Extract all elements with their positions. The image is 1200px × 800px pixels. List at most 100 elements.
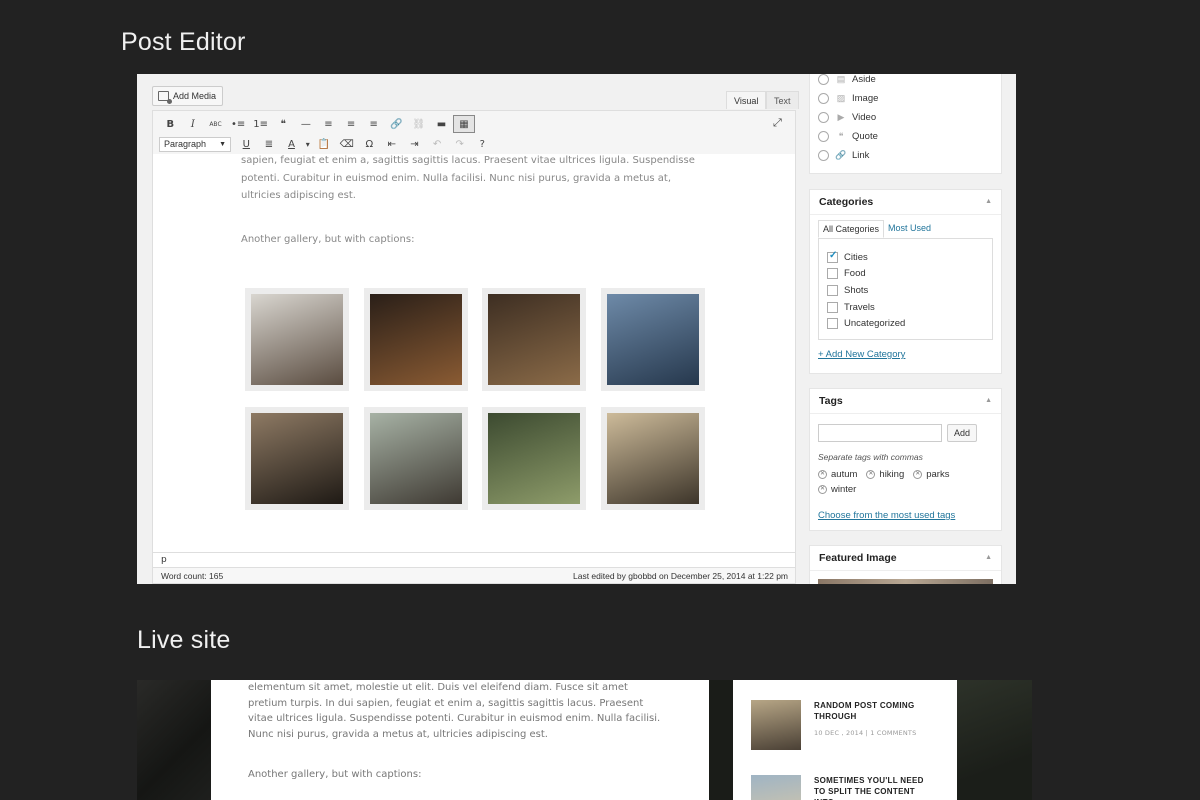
horizontal-rule-icon[interactable]: — — [295, 115, 318, 133]
collapse-arrow-icon[interactable]: ▲ — [985, 198, 992, 205]
remove-link-icon[interactable]: ⛓ — [408, 115, 431, 133]
format-option-image[interactable]: ▨ Image — [818, 93, 878, 104]
undo-icon[interactable]: ↶ — [426, 135, 449, 153]
category-label: Travels — [844, 301, 875, 313]
category-checkbox[interactable] — [827, 301, 838, 313]
text-color-dropdown-icon[interactable]: ▾ — [303, 135, 313, 153]
align-left-icon[interactable]: ≡ — [317, 115, 340, 133]
collapse-arrow-icon[interactable]: ▲ — [985, 554, 992, 561]
text-color-icon[interactable]: A — [280, 135, 303, 153]
category-list: Cities Food Shots Travels Uncategorized — [818, 238, 993, 340]
live-post-content: elementum sit amet, molestie ut elit. Du… — [211, 680, 709, 800]
justify-icon[interactable]: ≣ — [258, 135, 281, 153]
radio-button[interactable] — [818, 112, 829, 123]
radio-button[interactable] — [818, 74, 829, 85]
tab-most-used[interactable]: Most Used — [884, 220, 935, 238]
recent-post-item[interactable]: Random post coming through 10 DEC , 2014… — [751, 700, 934, 750]
gallery-thumb[interactable] — [363, 288, 468, 391]
recent-post-thumbnail[interactable] — [751, 775, 801, 800]
recent-post-title[interactable]: Sometimes you'll need to split the conte… — [814, 775, 934, 800]
category-item[interactable]: Shots — [827, 282, 992, 299]
format-select[interactable]: Paragraph ▼ — [159, 136, 231, 152]
recent-post-title[interactable]: Random post coming through — [814, 700, 934, 722]
tag-input[interactable] — [818, 424, 942, 442]
categories-box: Categories ▲ All Categories Most Used Ci… — [809, 189, 1002, 374]
bullet-list-icon[interactable]: •≡ — [227, 115, 250, 133]
radio-button[interactable] — [818, 93, 829, 104]
underline-icon[interactable]: U — [235, 135, 258, 153]
italic-icon[interactable]: I — [182, 115, 205, 133]
format-option-quote[interactable]: ❝ Quote — [818, 131, 878, 142]
format-option-video[interactable]: ▶ Video — [818, 112, 876, 123]
category-item[interactable]: Cities — [827, 249, 992, 266]
category-item[interactable]: Food — [827, 266, 992, 283]
remove-tag-icon[interactable]: ✕ — [818, 470, 827, 479]
strikethrough-icon[interactable]: ABC — [204, 115, 227, 133]
radio-button[interactable] — [818, 131, 829, 142]
add-new-category-link[interactable]: + Add New Category — [818, 349, 905, 360]
category-checkbox[interactable] — [827, 250, 838, 263]
remove-tag-icon[interactable]: ✕ — [818, 485, 827, 494]
collapse-arrow-icon[interactable]: ▲ — [985, 397, 992, 404]
paste-text-icon[interactable]: 📋 — [313, 135, 336, 153]
category-item[interactable]: Travels — [827, 299, 992, 316]
gallery-thumb[interactable] — [482, 288, 586, 391]
radio-button[interactable] — [818, 150, 829, 161]
align-right-icon[interactable]: ≡ — [362, 115, 385, 133]
bold-icon[interactable]: B — [159, 115, 182, 133]
format-option-link[interactable]: 🔗 Link — [818, 150, 869, 161]
category-checkbox[interactable] — [827, 268, 838, 280]
clear-formatting-icon[interactable]: ⌫ — [335, 135, 358, 153]
numbered-list-icon[interactable]: 1≡ — [249, 115, 272, 133]
indent-icon[interactable]: ⇥ — [403, 135, 426, 153]
editor-status-bar: Word count: 165 Last edited by gbobbd on… — [152, 568, 796, 584]
tag-chip: ✕ winter — [818, 484, 856, 495]
editor-gallery[interactable] — [245, 288, 705, 510]
tab-visual[interactable]: Visual — [726, 91, 767, 109]
tab-text[interactable]: Text — [766, 91, 799, 109]
read-more-icon[interactable]: ▬ — [430, 115, 453, 133]
blockquote-icon[interactable]: ❝ — [272, 115, 295, 133]
categories-box-header[interactable]: Categories ▲ — [810, 190, 1001, 215]
gallery-thumb[interactable] — [600, 288, 705, 391]
remove-tag-icon[interactable]: ✕ — [913, 470, 923, 479]
special-character-icon[interactable]: Ω — [358, 135, 381, 153]
featured-image-box-header[interactable]: Featured Image ▲ — [810, 546, 1001, 571]
format-label: Link — [852, 150, 870, 161]
category-item[interactable]: Uncategorized — [827, 315, 992, 332]
insert-link-icon[interactable]: 🔗 — [385, 115, 408, 133]
featured-image-preview[interactable] — [818, 579, 993, 584]
gallery-image — [251, 294, 343, 385]
category-checkbox[interactable] — [827, 318, 838, 330]
gallery-image — [488, 294, 580, 385]
editor-content[interactable]: sapien, feugiat et enim a, sagittis sagi… — [152, 154, 796, 552]
help-icon[interactable]: ? — [471, 135, 494, 153]
category-checkbox[interactable] — [827, 284, 838, 296]
recent-post-thumbnail[interactable] — [751, 700, 801, 750]
add-tag-button[interactable]: Add — [947, 424, 977, 442]
redo-icon[interactable]: ↷ — [448, 135, 471, 153]
outdent-icon[interactable]: ⇤ — [381, 135, 404, 153]
element-path[interactable]: p — [152, 552, 796, 568]
format-option-aside[interactable]: ▤ Aside — [818, 74, 876, 85]
recent-post-item[interactable]: Sometimes you'll need to split the conte… — [751, 775, 934, 800]
format-label: Video — [852, 112, 877, 123]
column-gap — [709, 680, 733, 800]
background-photo-right — [957, 680, 1032, 800]
add-media-button[interactable]: Add Media — [152, 86, 224, 106]
choose-most-used-tags-link[interactable]: Choose from the most used tags — [818, 510, 955, 521]
gallery-thumb[interactable] — [245, 407, 349, 510]
fullscreen-icon[interactable]: ⤢ — [773, 116, 782, 130]
gallery-thumb[interactable] — [363, 407, 468, 510]
tags-box-header[interactable]: Tags ▲ — [810, 389, 1001, 414]
tab-all-categories[interactable]: All Categories — [818, 220, 885, 238]
gallery-thumb[interactable] — [245, 288, 349, 391]
media-icon — [158, 91, 172, 104]
tag-hint: Separate tags with commas — [818, 452, 923, 462]
remove-tag-icon[interactable]: ✕ — [866, 470, 876, 479]
gallery-thumb[interactable] — [482, 407, 586, 510]
toolbar-toggle-icon[interactable]: ▦ — [452, 115, 476, 133]
align-center-icon[interactable]: ≡ — [340, 115, 363, 133]
gallery-thumb[interactable] — [600, 407, 705, 510]
tags-title: Tags — [819, 395, 843, 407]
